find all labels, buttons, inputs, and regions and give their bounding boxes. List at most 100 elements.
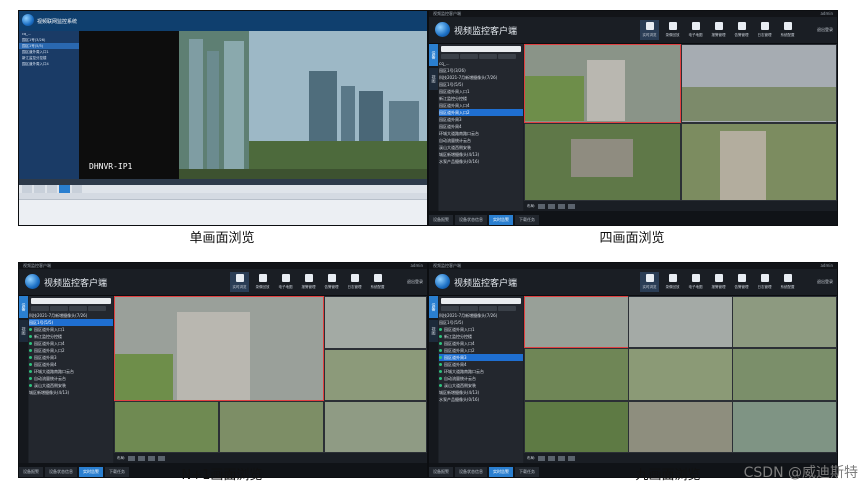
tree-node[interactable]: 科技2021-7月新增摄像头(7/26): [29, 312, 113, 319]
bottom-tab-active[interactable]: 实时告警: [489, 215, 513, 225]
tree-node[interactable]: 城区新增摄像头(4/13): [439, 151, 523, 158]
logout-button[interactable]: 退出登录: [817, 27, 833, 33]
layout-4-button[interactable]: [548, 455, 556, 461]
bottom-tab[interactable]: [46, 185, 58, 193]
tree-node[interactable]: 园区1号(3/26): [439, 67, 523, 74]
video-cell[interactable]: [732, 296, 837, 349]
toolbar-playback[interactable]: 录像回放: [253, 272, 272, 292]
bottom-tab[interactable]: 设备报警: [19, 467, 43, 477]
tree-node[interactable]: 园区道外周4: [439, 123, 523, 130]
layout-16-button[interactable]: [568, 203, 576, 209]
video-cell[interactable]: [732, 348, 837, 401]
layout-9-button[interactable]: [558, 203, 566, 209]
tree-node[interactable]: 园区道外周入口4: [439, 340, 523, 347]
video-cell[interactable]: [323, 296, 427, 349]
tree-node[interactable]: 新江监控分控楼: [439, 95, 523, 102]
bottom-tab-active[interactable]: [59, 185, 70, 193]
bottom-tab[interactable]: [34, 185, 45, 193]
tree-node[interactable]: 园区道外周入口1: [29, 326, 113, 333]
tree-node-selected[interactable]: 园区道外周3: [439, 354, 523, 361]
tree-node[interactable]: 水泵产品摄像头(0/16): [439, 158, 523, 165]
search-input[interactable]: [441, 46, 521, 52]
toolbar-live-view[interactable]: 实时浏览: [640, 272, 659, 292]
toolbar-map[interactable]: 电子地图: [276, 272, 295, 292]
video-cell[interactable]: [628, 400, 733, 453]
tab-views[interactable]: 视图: [429, 320, 438, 342]
toolbar-log[interactable]: 日志管理: [345, 272, 364, 292]
tree-node[interactable]: 环城大道路南路口云台: [29, 368, 113, 375]
tree-node[interactable]: 园区道外周入口2: [439, 347, 523, 354]
tree-node[interactable]: 新江监控分控楼: [439, 333, 523, 340]
tree-node[interactable]: 自动流量统计云台: [439, 375, 523, 382]
logout-button[interactable]: 退出登录: [407, 279, 423, 285]
video-cell[interactable]: [732, 400, 837, 453]
logout-button[interactable]: 退出登录: [817, 279, 833, 285]
toolbar-live-view[interactable]: 实时浏览: [230, 272, 249, 292]
bottom-tab[interactable]: 下载任务: [515, 215, 539, 225]
tree-node[interactable]: 溪山大道西侧安装: [439, 382, 523, 389]
bottom-tab-active[interactable]: 实时告警: [489, 467, 513, 477]
bottom-tab[interactable]: [22, 185, 33, 193]
toolbar-alarm[interactable]: 报警管理: [299, 272, 318, 292]
search-input[interactable]: [441, 298, 521, 304]
video-cell[interactable]: [323, 401, 427, 453]
bottom-tab-strip[interactable]: [19, 185, 427, 193]
tree-node[interactable]: 园区道外周3: [29, 354, 113, 361]
tree-node[interactable]: 自动流量统计云台: [439, 137, 523, 144]
layout-9-button[interactable]: [558, 455, 566, 461]
layout-1-button[interactable]: [538, 455, 546, 461]
tree-node[interactable]: 环城大道路南路口云台: [439, 368, 523, 375]
video-cell[interactable]: [628, 348, 733, 401]
tab-devices[interactable]: 设备: [19, 296, 28, 318]
video-cell[interactable]: [524, 348, 629, 401]
tree-node[interactable]: 园区道外周4: [29, 361, 113, 368]
tab-devices[interactable]: 设备: [429, 44, 438, 66]
layout-4-button[interactable]: [548, 203, 556, 209]
bottom-tab[interactable]: 设备状态信息: [45, 467, 77, 477]
tab-views[interactable]: 视图: [429, 68, 438, 90]
tree-node[interactable]: 城区新增摄像头(4/13): [439, 389, 523, 396]
toolbar-settings[interactable]: 系统配置: [778, 272, 797, 292]
tab-devices[interactable]: 设备: [429, 296, 438, 318]
video-viewport[interactable]: DHNVR-IP1: [79, 31, 427, 179]
bottom-tab[interactable]: 设备报警: [429, 215, 453, 225]
video-cell[interactable]: [524, 400, 629, 453]
search-input[interactable]: [31, 298, 111, 304]
toolbar-map[interactable]: 电子地图: [686, 20, 705, 40]
video-cell[interactable]: [114, 401, 219, 453]
device-tree[interactable]: cq_... 园区1号(3/26) 园区1号(5/5) 园区道外周入口1 新江监…: [19, 31, 79, 179]
video-cell[interactable]: [680, 44, 837, 123]
video-cell[interactable]: [680, 122, 837, 201]
bottom-tab[interactable]: 设备状态信息: [455, 467, 487, 477]
tree-node[interactable]: 溪山大道西侧安装: [439, 144, 523, 151]
toolbar-alarm[interactable]: 报警管理: [709, 20, 728, 40]
video-cell[interactable]: [628, 296, 733, 349]
tree-node[interactable]: 水泵产品摄像头(0/16): [439, 396, 523, 403]
video-cell[interactable]: [524, 122, 681, 201]
tree-node[interactable]: 自动流量统计云台: [29, 375, 113, 382]
tree-node[interactable]: 园区道外周入口4: [19, 61, 79, 67]
tree-node[interactable]: 园区道外周入口4: [29, 340, 113, 347]
video-cell-main[interactable]: [114, 296, 324, 402]
tree-node-selected[interactable]: 园区道外周入口2: [439, 109, 523, 116]
toolbar-map[interactable]: 电子地图: [686, 272, 705, 292]
toolbar-playback[interactable]: 录像回放: [663, 272, 682, 292]
video-cell[interactable]: [218, 401, 324, 453]
toolbar-alarm[interactable]: 报警管理: [709, 272, 728, 292]
layout-16-button[interactable]: [158, 455, 166, 461]
video-cell[interactable]: [524, 296, 629, 349]
video-cell[interactable]: [524, 44, 681, 123]
tree-node[interactable]: 环城大道路南路口云台: [439, 130, 523, 137]
tree-node[interactable]: 园区道外周入口1: [439, 88, 523, 95]
tree-node[interactable]: 城区新增摄像头(4/13): [29, 389, 113, 396]
layout-16-button[interactable]: [568, 455, 576, 461]
layout-9-button[interactable]: [148, 455, 156, 461]
tree-node[interactable]: 园区1号(5/5): [439, 319, 523, 326]
toolbar-alert[interactable]: 告警管理: [322, 272, 341, 292]
tree-node[interactable]: 园区道外周入口2: [29, 347, 113, 354]
bottom-tab[interactable]: 下载任务: [515, 467, 539, 477]
layout-4-button[interactable]: [138, 455, 146, 461]
tree-node[interactable]: 园区道外周3: [439, 116, 523, 123]
bottom-tab[interactable]: 设备报警: [429, 467, 453, 477]
tab-views[interactable]: 视图: [19, 320, 28, 342]
